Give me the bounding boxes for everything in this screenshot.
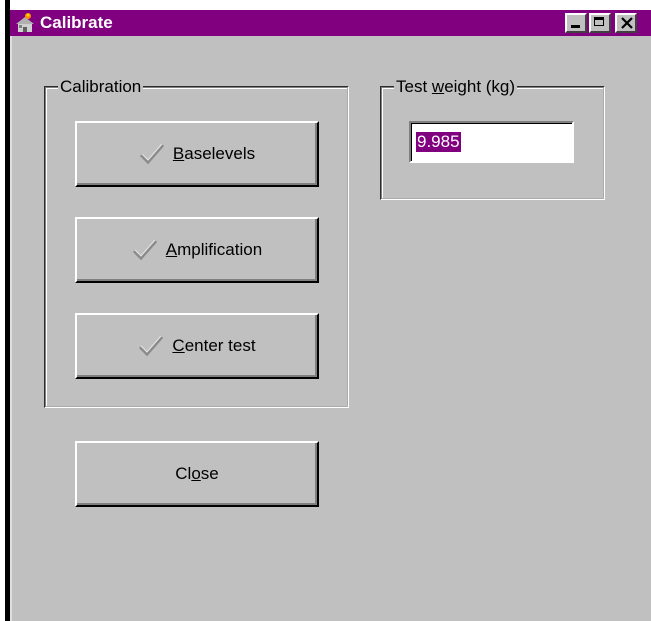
house-icon	[14, 12, 36, 34]
baselevels-label: Baselevels	[172, 144, 256, 163]
amplification-label: Amplification	[165, 240, 263, 259]
checkmark-icon	[132, 239, 158, 261]
close-label: Close	[175, 464, 219, 483]
maximize-button[interactable]	[589, 13, 611, 33]
window-title: Calibrate	[40, 13, 113, 32]
test-weight-value: 9.985	[416, 132, 461, 152]
close-window-button[interactable]	[615, 13, 637, 33]
center-test-label: Center test	[172, 336, 256, 355]
amplification-button[interactable]: Amplification	[75, 217, 319, 283]
minimize-button[interactable]	[565, 13, 587, 33]
test-weight-input[interactable]: 9.985	[409, 121, 574, 163]
test-weight-legend: Test weight (kg)	[394, 77, 518, 97]
close-icon	[621, 17, 633, 29]
title-bar[interactable]: Calibrate	[10, 10, 651, 36]
checkmark-icon	[139, 143, 165, 165]
center-test-button[interactable]: Center test	[75, 313, 319, 379]
calibration-legend: Calibration	[58, 77, 144, 97]
close-button[interactable]: Close	[75, 441, 319, 507]
baselevels-button[interactable]: Baselevels	[75, 121, 319, 187]
checkmark-icon	[138, 335, 164, 357]
